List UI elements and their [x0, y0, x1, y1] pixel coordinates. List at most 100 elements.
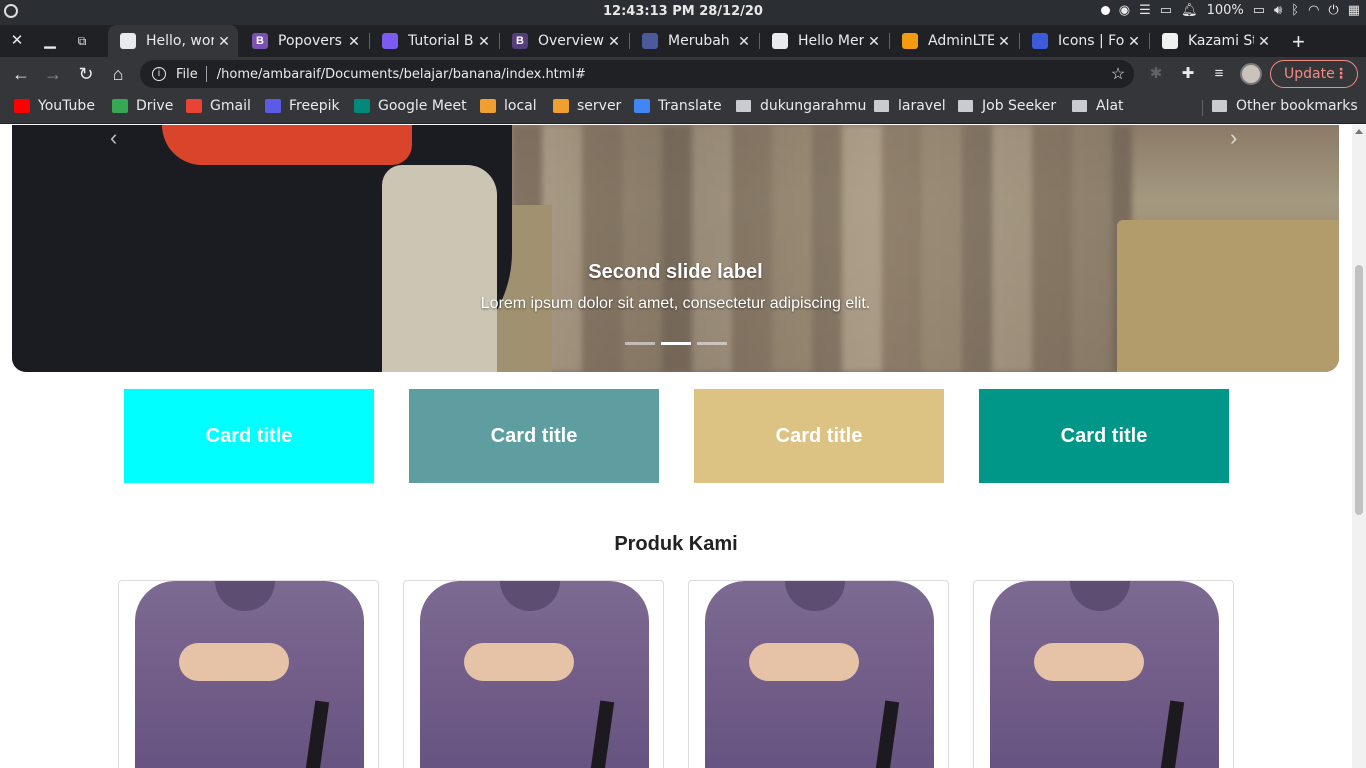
tab-close-icon[interactable]: ✕ — [474, 33, 494, 50]
tab-title: Merubah — [668, 33, 730, 49]
product-image-detail — [749, 643, 859, 681]
bookmark-item[interactable]: local — [480, 98, 537, 114]
bookmark-item[interactable]: Freepik — [265, 98, 340, 114]
product-card-1[interactable] — [118, 580, 379, 768]
tab-close-icon[interactable]: ✕ — [214, 33, 234, 50]
slide-text: Lorem ipsum dolor sit amet, consectetur … — [480, 295, 871, 312]
tab-close-icon[interactable]: ✕ — [864, 33, 884, 50]
new-tab-button[interactable]: + — [1292, 29, 1305, 55]
window-close-icon[interactable]: ✕ — [7, 31, 27, 51]
window-restore-icon[interactable]: ⧉ — [72, 31, 92, 51]
card-title: Card title — [205, 424, 293, 447]
bookmark-label: Other bookmarks — [1236, 98, 1358, 114]
web-page: ‹ › Second slide label Lorem ipsum dolor… — [0, 125, 1352, 768]
scarf-image — [162, 125, 412, 165]
bookmark-item[interactable]: YouTube — [14, 98, 95, 114]
tab-close-icon[interactable]: ✕ — [734, 33, 754, 50]
carousel-indicator-3[interactable] — [697, 342, 727, 345]
bookmark-item[interactable]: Gmail — [186, 98, 251, 114]
card-title: Card title — [775, 424, 863, 447]
bookmark-star-icon[interactable]: ☆ — [1108, 64, 1128, 84]
browser-tab[interactable]: B Popovers ✕ — [240, 25, 368, 57]
site-info-icon[interactable]: i — [152, 67, 166, 81]
bookmark-item[interactable]: laravel — [874, 98, 946, 114]
carousel-next-icon[interactable]: › — [1230, 125, 1237, 151]
scroll-up-icon[interactable] — [1355, 129, 1363, 134]
bookmark-item[interactable]: server — [553, 98, 621, 114]
folder-icon — [1212, 100, 1227, 112]
folder-icon — [874, 100, 889, 112]
bookmark-label: dukungarahmu — [760, 98, 867, 114]
product-card-4[interactable] — [973, 580, 1234, 768]
extensions-puzzle-icon[interactable]: ✚ — [1178, 64, 1198, 84]
tab-close-icon[interactable]: ✕ — [1254, 33, 1274, 50]
folder-icon — [1072, 100, 1087, 112]
product-card-3[interactable] — [688, 580, 949, 768]
bookmark-label: Job Seeker — [982, 98, 1057, 114]
hero-carousel[interactable]: ‹ › Second slide label Lorem ipsum dolor… — [12, 125, 1339, 372]
url-text[interactable]: /home/ambaraif/Documents/belajar/banana/… — [217, 67, 1108, 82]
app-indicator-icon[interactable]: ◉ — [1119, 3, 1130, 18]
address-bar[interactable]: i File /home/ambaraif/Documents/belajar/… — [140, 60, 1134, 88]
update-button[interactable]: Update ⋮ — [1270, 60, 1358, 88]
browser-tab[interactable]: AdminLTE ✕ — [890, 25, 1018, 57]
bookmark-item[interactable]: Other bookmarks — [1212, 98, 1358, 114]
files-icon[interactable]: ▭ — [1160, 3, 1172, 18]
browser-tab[interactable]: Tutorial B ✕ — [370, 25, 498, 57]
carousel-indicator-2[interactable] — [661, 342, 691, 345]
reload-icon[interactable]: ↻ — [75, 63, 97, 85]
card-2[interactable]: Card title — [409, 389, 659, 483]
youtube-icon — [14, 99, 30, 113]
bluetooth-icon[interactable]: ᛒ — [1291, 3, 1299, 18]
card-4[interactable]: Card title — [979, 389, 1229, 483]
card-3[interactable]: Card title — [694, 389, 944, 483]
home-icon[interactable]: ⌂ — [107, 63, 129, 85]
browser-tab[interactable]: Icons | Fo ✕ — [1020, 25, 1148, 57]
extension-bug-icon[interactable]: ✱ — [1146, 64, 1166, 84]
media-queue-icon[interactable]: ≡ — [1209, 64, 1229, 84]
product-card-2[interactable] — [403, 580, 664, 768]
tab-close-icon[interactable]: ✕ — [1124, 33, 1144, 50]
browser-tab[interactable]: Kazami St ✕ — [1150, 25, 1278, 57]
forward-arrow-icon[interactable]: → — [42, 63, 64, 85]
tab-close-icon[interactable]: ✕ — [344, 33, 364, 50]
scrollbar-thumb[interactable] — [1355, 265, 1363, 515]
tab-favicon-icon — [902, 33, 918, 49]
volume-icon[interactable]: 🔊︎ — [1274, 3, 1282, 18]
tab-title: Overview — [538, 33, 604, 49]
kebab-menu-icon[interactable]: ⋮ — [1334, 61, 1348, 87]
browser-tab[interactable]: Merubah ✕ — [630, 25, 758, 57]
xampp-icon — [480, 99, 496, 113]
profile-avatar[interactable] — [1240, 63, 1262, 85]
bookmark-item[interactable]: Google Meet — [354, 98, 467, 114]
product-image-detail — [179, 643, 289, 681]
tab-close-icon[interactable]: ✕ — [604, 33, 624, 50]
bookmark-item[interactable]: Drive — [112, 98, 173, 114]
bookmark-item[interactable]: Alat — [1072, 98, 1124, 114]
carousel-prev-icon[interactable]: ‹ — [110, 125, 117, 151]
browser-tab[interactable]: B Overview ✕ — [500, 25, 628, 57]
meet-icon — [354, 99, 370, 113]
menu-icon[interactable]: ☰ — [1139, 3, 1151, 18]
bookmark-item[interactable]: Translate — [634, 98, 722, 114]
record-indicator-icon[interactable] — [1100, 6, 1110, 15]
card-1[interactable]: Card title — [124, 389, 374, 483]
browser-tab[interactable]: Hello Mer ✕ — [760, 25, 888, 57]
tab-favicon-icon: B — [252, 33, 268, 49]
tab-title: Kazami St — [1188, 33, 1254, 49]
power-icon[interactable]: ⏻ — [1328, 3, 1338, 18]
wifi-icon[interactable]: ◠ — [1308, 3, 1319, 18]
battery-icon[interactable]: ▭ — [1253, 3, 1265, 18]
scheme-label: File — [176, 66, 198, 82]
back-arrow-icon[interactable]: ← — [10, 63, 32, 85]
bookmark-item[interactable]: dukungarahmu — [736, 98, 866, 114]
tab-close-icon[interactable]: ✕ — [994, 33, 1014, 50]
browser-tab[interactable]: Hello, wor ✕ — [108, 25, 238, 57]
carousel-indicator-1[interactable] — [625, 342, 655, 345]
settings-icon[interactable]: ▦ — [1348, 3, 1360, 18]
bookmarks-divider — [1202, 100, 1203, 116]
window-minimize-icon[interactable]: ▁ — [40, 31, 60, 51]
page-scrollbar[interactable] — [1352, 125, 1366, 768]
notification-bell-icon[interactable]: 🔔︎ — [1181, 3, 1198, 18]
bookmark-item[interactable]: Job Seeker — [958, 98, 1056, 114]
